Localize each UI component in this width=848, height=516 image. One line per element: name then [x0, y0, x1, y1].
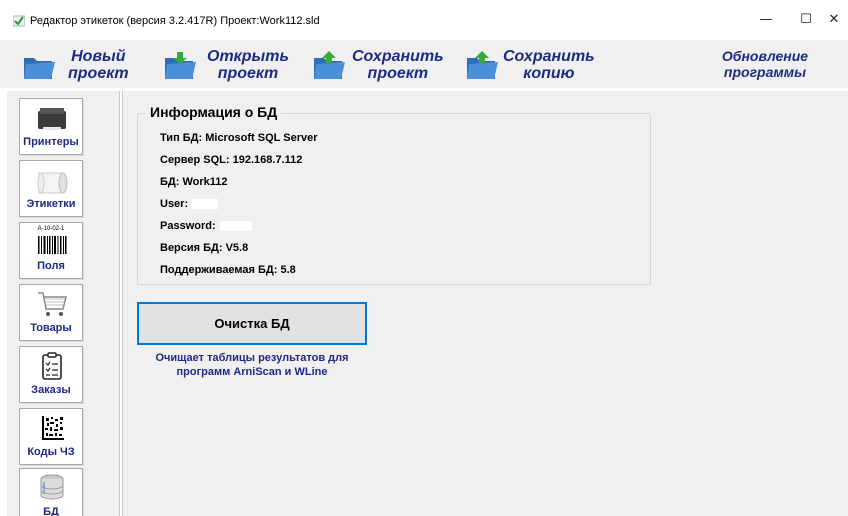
window-title: Редактор этикеток (версия 3.2.417R) Прое…	[30, 15, 320, 27]
update-program-button[interactable]: Обновление программы	[700, 48, 830, 80]
db-password-row: Password:	[160, 220, 252, 232]
label-roll-icon	[37, 172, 68, 194]
window-titlebar: Редактор этикеток (версия 3.2.417R) Прое…	[0, 0, 848, 40]
barcode-caption: A-10-02-1	[37, 226, 65, 232]
db-supported-row: Поддерживаемая БД: 5.8	[160, 264, 296, 276]
db-user-value	[192, 199, 219, 210]
open-project-label-2: проект	[217, 65, 279, 82]
main-panel: Информация о БД Тип БД: Microsoft SQL Se…	[122, 91, 848, 516]
cart-icon	[38, 292, 67, 316]
save-project-label-1: Сохранить	[352, 48, 444, 65]
save-copy-label-1: Сохранить	[503, 48, 595, 65]
update-program-label-2: программы	[723, 64, 807, 80]
db-info-group: Информация о БД Тип БД: Microsoft SQL Se…	[137, 104, 651, 285]
db-name-row: БД: Work112	[160, 176, 228, 188]
sidebar-item-printers[interactable]: Принтеры	[19, 98, 83, 155]
new-project-label-2: проект	[68, 65, 129, 82]
left-sidebar: Принтеры Этикетки A-10-02-1 Поля Товары …	[7, 91, 120, 516]
save-folder-icon	[314, 51, 345, 79]
save-copy-button[interactable]: Сохранить копию	[465, 40, 605, 88]
sidebar-item-label: Этикетки	[26, 198, 76, 210]
sidebar-item-cz-codes[interactable]: Коды ЧЗ	[19, 408, 83, 465]
save-project-label-2: проект	[367, 65, 429, 82]
printer-icon	[38, 108, 66, 130]
sidebar-item-label: Коды ЧЗ	[27, 446, 75, 458]
update-program-label-1: Обновление	[721, 48, 809, 64]
sidebar-item-label: Принтеры	[23, 136, 79, 148]
sql-server-row: Сервер SQL: 192.168.7.112	[160, 154, 303, 166]
sidebar-item-label: Заказы	[31, 384, 71, 396]
folder-icon	[24, 58, 55, 79]
main-toolbar: Новый проект Открыть проект Сохранить пр…	[0, 40, 848, 88]
sidebar-item-label: Товары	[30, 322, 72, 334]
clear-db-description-line-2: программ ArniScan и WLine	[176, 366, 328, 378]
open-folder-icon	[165, 52, 196, 79]
db-type-row: Тип БД: Microsoft SQL Server	[160, 132, 318, 144]
db-password-value	[219, 221, 252, 232]
open-project-label-1: Открыть	[207, 48, 289, 65]
save-project-button[interactable]: Сохранить проект	[312, 40, 452, 88]
sidebar-item-labels[interactable]: Этикетки	[19, 160, 83, 217]
clear-db-description: Очищает таблицы результатов для программ…	[137, 351, 367, 379]
db-user-label: User:	[160, 198, 189, 210]
open-project-button[interactable]: Открыть проект	[163, 40, 293, 88]
sidebar-item-label: БД	[43, 506, 59, 516]
minimize-button[interactable]: —	[746, 6, 786, 34]
clipboard-icon	[42, 352, 62, 380]
datamatrix-icon	[42, 416, 64, 440]
save-copy-folder-icon	[467, 51, 498, 79]
sidebar-item-db[interactable]: БД	[19, 468, 83, 516]
barcode-icon	[38, 236, 67, 254]
database-icon	[40, 474, 64, 500]
save-copy-label-2: копию	[523, 65, 575, 82]
close-button[interactable]: ✕	[814, 6, 848, 34]
db-info-title: Информация о БД	[146, 104, 282, 120]
new-project-label-1: Новый	[71, 48, 126, 65]
new-project-button[interactable]: Новый проект	[22, 40, 142, 88]
db-version-row: Версия БД: V5.8	[160, 242, 249, 254]
db-password-label: Password:	[160, 220, 216, 232]
db-user-row: User:	[160, 198, 219, 210]
clear-db-button[interactable]: Очистка БД	[137, 302, 367, 345]
sidebar-item-goods[interactable]: Товары	[19, 284, 83, 341]
app-check-icon	[13, 15, 25, 27]
sidebar-item-fields[interactable]: A-10-02-1 Поля	[19, 222, 83, 279]
sidebar-item-label: Поля	[37, 260, 65, 272]
sidebar-item-orders[interactable]: Заказы	[19, 346, 83, 403]
clear-db-description-line-1: Очищает таблицы результатов для	[155, 352, 349, 364]
